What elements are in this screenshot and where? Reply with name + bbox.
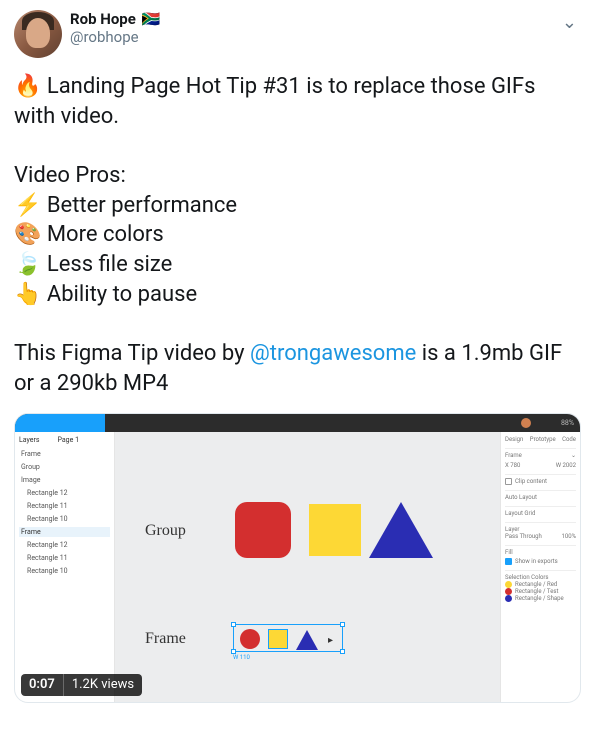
yellow-square-icon [309, 504, 361, 556]
figma-inspect-panel: DesignPrototypeCode Frame⌄ X 780W 2002 C… [500, 432, 580, 702]
video-views: 1.2K views [64, 677, 142, 692]
avatar[interactable] [14, 10, 62, 58]
author-block[interactable]: Rob Hope 🇿🇦 @robhope [70, 10, 550, 46]
flag-icon: 🇿🇦 [142, 10, 161, 28]
figma-topbar: 88% [15, 414, 580, 432]
video-overlay-bar: 0:07 1.2K views [21, 674, 142, 696]
tweet-header: Rob Hope 🇿🇦 @robhope ⌄ [14, 10, 581, 58]
figma-layers-panel: Layers Page 1 Frame Group Image Rectangl… [15, 432, 115, 702]
figma-screenshot: 88% Layers Page 1 Frame Group Image Rect… [15, 414, 580, 702]
media-video-card[interactable]: 88% Layers Page 1 Frame Group Image Rect… [14, 413, 581, 703]
blue-triangle-small-icon [296, 630, 318, 650]
blue-triangle-icon [369, 502, 433, 558]
yellow-square-small-icon [268, 629, 288, 649]
tweet-text: 🔥 Landing Page Hot Tip #31 is to replace… [14, 72, 581, 399]
red-circle-icon [240, 629, 260, 649]
figma-avatar-icon [521, 418, 531, 428]
figma-canvas: Group Frame ▸ W 110 [115, 432, 500, 702]
figma-zoom: 88% [561, 419, 574, 427]
red-rounded-rect-icon [235, 502, 291, 558]
author-display-name: Rob Hope 🇿🇦 [70, 10, 550, 28]
chevron-down-icon[interactable]: ⌄ [558, 10, 581, 35]
video-time: 0:07 [21, 677, 63, 692]
author-handle: @robhope [70, 28, 550, 46]
mention-link[interactable]: @trongawesome [250, 341, 416, 366]
